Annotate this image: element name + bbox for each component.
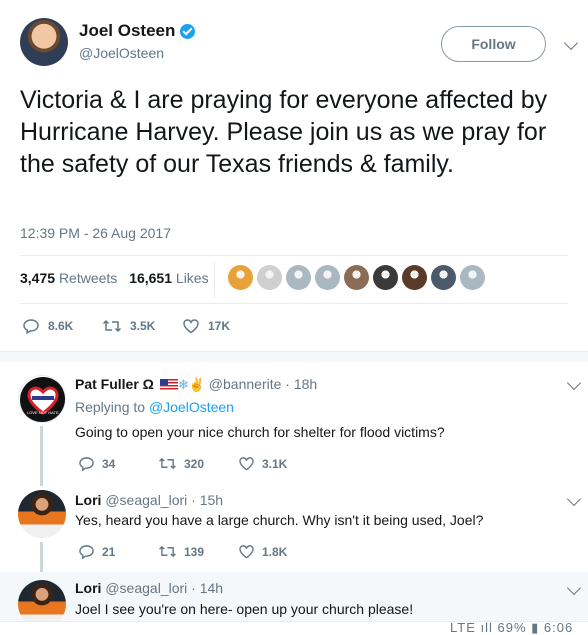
- reply-avatar[interactable]: LOVE NOT HATE: [18, 375, 66, 423]
- heart-logo-icon: [20, 377, 65, 422]
- reply-time[interactable]: · 14h: [191, 580, 223, 596]
- author-avatar[interactable]: [20, 18, 68, 66]
- likes-label[interactable]: Likes: [176, 270, 209, 286]
- reply-author-handle[interactable]: @bannerite: [209, 376, 282, 392]
- reply-action[interactable]: 21: [78, 544, 158, 559]
- liker-avatar[interactable]: [431, 265, 456, 290]
- reply-author-handle[interactable]: @seagal_lori: [105, 580, 187, 596]
- liker-avatar[interactable]: [286, 265, 311, 290]
- reply-header: Pat Fuller Ω ❄✌ @bannerite · 18h: [75, 376, 317, 393]
- reply-actions: 21 139 1.8K: [78, 544, 318, 559]
- author-name[interactable]: Joel Osteen: [79, 21, 175, 41]
- reply-author-name[interactable]: Pat Fuller Ω: [75, 376, 154, 392]
- reply-item[interactable]: Lori @seagal_lori · 15h Yes, heard you h…: [0, 486, 588, 572]
- reply-time[interactable]: · 18h: [285, 376, 317, 392]
- chevron-down-icon[interactable]: [563, 35, 579, 51]
- reply-icon: [79, 457, 94, 471]
- thread-line: [40, 542, 43, 572]
- reply-count: 34: [102, 456, 116, 471]
- liker-avatar[interactable]: [228, 265, 253, 290]
- chevron-down-icon[interactable]: [566, 491, 582, 507]
- main-tweet: Joel Osteen @JoelOsteen Follow Victoria …: [0, 0, 588, 362]
- liker-avatars: [228, 265, 489, 290]
- status-bar-text: LTE ıll 69% ▮ 6:06 AM: [450, 620, 574, 635]
- liker-avatar[interactable]: [344, 265, 369, 290]
- reply-text: Going to open your nice church for shelt…: [75, 424, 445, 440]
- reply-author-name[interactable]: Lori: [75, 580, 101, 596]
- reply-header: Lori @seagal_lori · 14h: [75, 580, 223, 596]
- likes-count[interactable]: 16,651: [129, 270, 172, 286]
- us-flag-icon: [159, 379, 178, 390]
- section-separator: [0, 351, 588, 362]
- like-action[interactable]: 3.1K: [238, 456, 318, 471]
- thread-line: [40, 426, 43, 486]
- reply-actions: 34 320 3.1K: [78, 456, 318, 471]
- liker-avatar[interactable]: [257, 265, 282, 290]
- status-bar: LTE ıll 69% ▮ 6:06 AM: [0, 620, 588, 635]
- heart-icon: [239, 457, 254, 471]
- retweet-action[interactable]: 320: [158, 456, 238, 471]
- follow-button[interactable]: Follow: [441, 26, 546, 62]
- chevron-down-icon[interactable]: [566, 580, 582, 596]
- retweet-action[interactable]: 139: [158, 544, 238, 559]
- verified-badge-icon: [180, 24, 195, 39]
- replying-to: Replying to @JoelOsteen: [75, 399, 234, 415]
- author-handle[interactable]: @JoelOsteen: [79, 45, 164, 61]
- retweet-action[interactable]: 3.5K: [102, 318, 155, 334]
- avatar-caption: LOVE NOT HATE: [27, 410, 59, 415]
- retweet-count: 139: [184, 544, 205, 559]
- tweet-text: Victoria & I are praying for everyone af…: [20, 86, 548, 178]
- reply-text: Joel I see you're on here- open up your …: [75, 601, 414, 617]
- liker-avatar[interactable]: [315, 265, 340, 290]
- like-count: 1.8K: [262, 544, 288, 559]
- like-action[interactable]: 17K: [182, 318, 230, 334]
- divider: [20, 303, 568, 304]
- reply-avatar[interactable]: [18, 490, 66, 538]
- like-count: 17K: [208, 319, 231, 333]
- reply-item[interactable]: LOVE NOT HATE Pat Fuller Ω ❄✌ @bannerite…: [0, 362, 588, 486]
- liker-avatar[interactable]: [402, 265, 427, 290]
- reply-count: 21: [102, 544, 116, 559]
- tweet-stats: 3,475 Retweets 16,651 Likes: [20, 270, 209, 286]
- heart-icon: [183, 319, 199, 334]
- reply-time[interactable]: · 15h: [191, 492, 223, 508]
- heart-icon: [239, 545, 254, 559]
- reply-icon: [23, 319, 39, 334]
- replying-prefix: Replying to: [75, 399, 146, 415]
- reply-author-name[interactable]: Lori: [75, 492, 101, 508]
- retweet-count: 3.5K: [130, 319, 156, 333]
- reply-action[interactable]: 34: [78, 456, 158, 471]
- reply-action[interactable]: 8.6K: [22, 318, 73, 334]
- tweet-timestamp[interactable]: 12:39 PM - 26 Aug 2017: [20, 225, 171, 241]
- reply-text: Yes, heard you have a large church. Why …: [75, 512, 484, 528]
- snowflake-icon: ❄: [177, 377, 189, 392]
- replying-to-link[interactable]: @JoelOsteen: [149, 399, 234, 415]
- retweet-icon: [159, 545, 176, 558]
- stats-separator: [214, 262, 215, 298]
- retweet-icon: [102, 319, 122, 333]
- reply-icon: [79, 545, 94, 559]
- liker-avatar[interactable]: [373, 265, 398, 290]
- reply-header: Lori @seagal_lori · 15h: [75, 492, 223, 508]
- retweet-count: 320: [184, 456, 205, 471]
- reply-author-handle[interactable]: @seagal_lori: [105, 492, 187, 508]
- divider: [20, 255, 568, 256]
- liker-avatar[interactable]: [460, 265, 485, 290]
- like-action[interactable]: 1.8K: [238, 544, 318, 559]
- retweet-icon: [159, 457, 176, 470]
- retweets-count[interactable]: 3,475: [20, 270, 55, 286]
- chevron-down-icon[interactable]: [566, 375, 582, 391]
- hand-icon: ✌: [188, 377, 205, 392]
- reply-count: 8.6K: [48, 319, 74, 333]
- like-count: 3.1K: [262, 456, 288, 471]
- retweets-label[interactable]: Retweets: [59, 270, 117, 286]
